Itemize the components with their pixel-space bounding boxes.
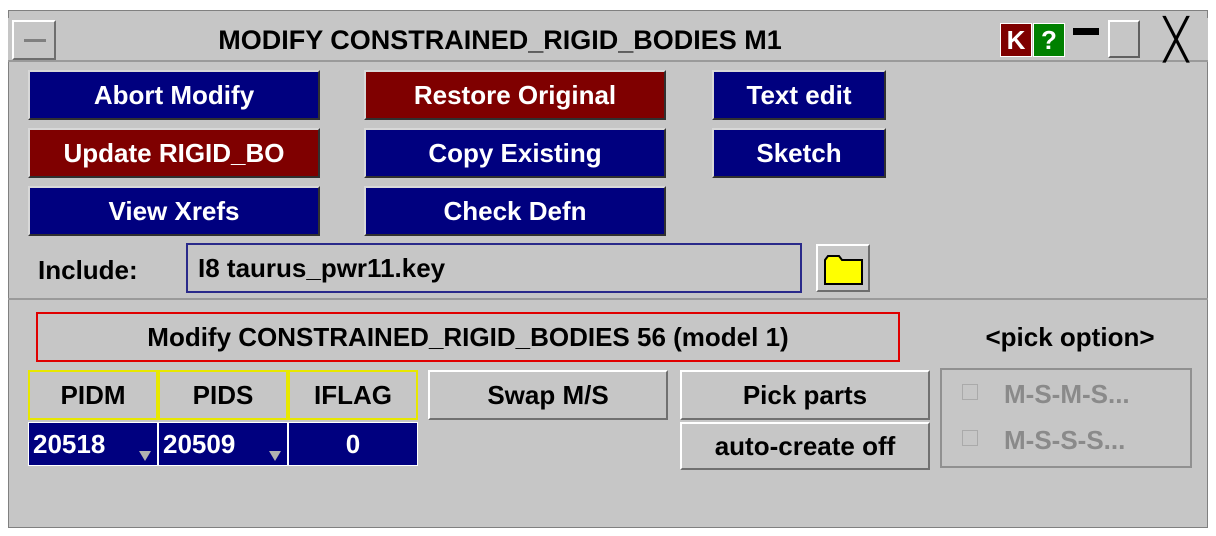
status-message: Modify CONSTRAINED_RIGID_BODIES 56 (mode…	[36, 312, 900, 362]
help-button[interactable]: ?	[1033, 23, 1065, 57]
text-edit-button[interactable]: Text edit	[712, 70, 886, 120]
minimize-button[interactable]	[1070, 20, 1104, 58]
copy-existing-button[interactable]: Copy Existing	[364, 128, 666, 178]
include-field[interactable]: I8 taurus_pwr11.key	[186, 243, 802, 293]
folder-button[interactable]	[816, 244, 870, 292]
option1-label: M-S-M-S...	[1004, 379, 1130, 409]
pidm-header: PIDM	[28, 370, 158, 420]
sketch-button[interactable]: Sketch	[712, 128, 886, 178]
pidm-dropdown-icon[interactable]	[139, 451, 151, 461]
pids-header: PIDS	[158, 370, 288, 420]
window-menu-button[interactable]	[12, 20, 56, 60]
window-title: MODIFY CONSTRAINED_RIGID_BODIES M1	[218, 25, 782, 55]
pids-cell[interactable]: 20509	[158, 422, 288, 466]
check-defn-button[interactable]: Check Defn	[364, 186, 666, 236]
close-icon: ╳	[1163, 18, 1189, 62]
option2-checkbox[interactable]	[962, 430, 978, 446]
pids-value: 20509	[163, 428, 236, 459]
view-xrefs-button[interactable]: View Xrefs	[28, 186, 320, 236]
pids-dropdown-icon[interactable]	[269, 451, 281, 461]
pidm-cell[interactable]: 20518	[28, 422, 158, 466]
iflag-header: IFLAG	[288, 370, 418, 420]
option2-label: M-S-S-S...	[1004, 425, 1126, 455]
pick-parts-button[interactable]: Pick parts	[680, 370, 930, 420]
include-label: Include:	[38, 255, 138, 285]
pick-option-label: <pick option>	[985, 322, 1155, 352]
restore-original-button[interactable]: Restore Original	[364, 70, 666, 120]
update-button[interactable]: Update RIGID_BO	[28, 128, 320, 178]
section-divider	[8, 298, 1208, 300]
abort-modify-button[interactable]: Abort Modify	[28, 70, 320, 120]
option1-checkbox[interactable]	[962, 384, 978, 400]
auto-create-toggle[interactable]: auto-create off	[680, 422, 930, 470]
k-button[interactable]: K	[1000, 23, 1032, 57]
folder-icon	[824, 255, 863, 285]
menu-dash-icon	[24, 39, 46, 42]
swap-ms-button[interactable]: Swap M/S	[428, 370, 668, 420]
minimize-icon	[1073, 28, 1099, 35]
pidm-value: 20518	[33, 428, 106, 459]
close-button[interactable]: ╳	[1148, 18, 1204, 62]
iflag-cell[interactable]: 0	[288, 422, 418, 466]
maximize-button[interactable]	[1108, 20, 1140, 58]
